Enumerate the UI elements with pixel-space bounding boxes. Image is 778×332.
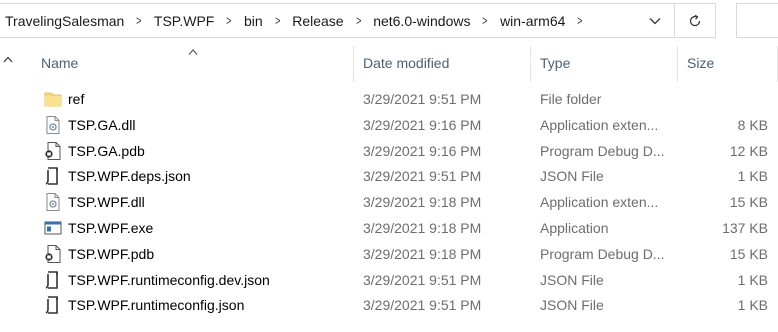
folder-icon	[44, 89, 62, 109]
breadcrumb-label: win-arm64	[500, 12, 566, 29]
file-row[interactable]: TSP.GA.dll 3/29/2021 9:16 PM Application…	[0, 112, 778, 138]
exe-file-icon	[44, 218, 62, 238]
column-header-type[interactable]: Type	[540, 44, 570, 82]
file-name: TSP.WPF.runtimeconfig.dev.json	[68, 271, 270, 288]
file-size: 15 KB	[729, 194, 768, 211]
sort-ascending-icon	[188, 44, 198, 58]
file-type: File folder	[540, 91, 602, 107]
file-row[interactable]: TSP.WPF.exe 3/29/2021 9:18 PM Applicatio…	[0, 215, 778, 241]
file-name: ref	[68, 91, 85, 107]
breadcrumb-label: net6.0-windows	[373, 12, 471, 29]
file-name: TSP.WPF.dll	[68, 194, 145, 211]
column-divider[interactable]	[677, 46, 678, 82]
file-date-modified: 3/29/2021 9:51 PM	[363, 271, 482, 288]
file-type: JSON File	[540, 271, 604, 288]
file-date-modified: 3/29/2021 9:51 PM	[363, 91, 482, 107]
file-date-modified: 3/29/2021 9:18 PM	[363, 219, 482, 236]
file-type: Application exten...	[540, 116, 659, 133]
file-size: 137 KB	[722, 219, 768, 236]
column-header-size[interactable]: Size	[687, 44, 714, 82]
file-name: TSP.WPF.exe	[68, 219, 154, 236]
file-date-modified: 3/29/2021 9:18 PM	[363, 194, 482, 211]
file-date-modified: 3/29/2021 9:51 PM	[363, 168, 482, 185]
file-type: Program Debug D...	[540, 245, 665, 262]
file-size: 15 KB	[729, 245, 768, 262]
chevron-right-icon[interactable]: >	[221, 13, 238, 28]
search-input[interactable]	[736, 3, 778, 38]
breadcrumb-item-tsp-wpf[interactable]: TSP.WPF >	[151, 4, 241, 37]
pdb-file-icon	[44, 244, 62, 264]
file-name: TSP.WPF.deps.json	[68, 168, 191, 185]
file-size: 1 KB	[737, 168, 768, 185]
file-list: ref 3/29/2021 9:51 PM File folder TSP.GA…	[0, 86, 778, 318]
file-type: Program Debug D...	[540, 142, 665, 159]
chevron-down-icon	[649, 17, 661, 24]
file-type: JSON File	[540, 297, 604, 314]
file-size: 12 KB	[729, 142, 768, 159]
file-row[interactable]: TSP.WPF.runtimeconfig.dev.json 3/29/2021…	[0, 267, 778, 293]
file-date-modified: 3/29/2021 9:18 PM	[363, 245, 482, 262]
dll-file-icon	[44, 115, 62, 135]
address-history-dropdown[interactable]	[635, 4, 675, 37]
file-row[interactable]: TSP.GA.pdb 3/29/2021 9:16 PM Program Deb…	[0, 138, 778, 164]
file-name: TSP.GA.pdb	[68, 142, 145, 159]
json-file-icon	[44, 166, 62, 186]
chevron-right-icon[interactable]: >	[269, 13, 286, 28]
address-bar[interactable]: TravelingSalesman > TSP.WPF > bin > Rele…	[0, 3, 716, 38]
file-row[interactable]: TSP.WPF.dll 3/29/2021 9:18 PM Applicatio…	[0, 189, 778, 215]
breadcrumb-item-net6-windows[interactable]: net6.0-windows >	[370, 4, 497, 37]
column-header-date-modified[interactable]: Date modified	[363, 44, 449, 82]
breadcrumb-item-release[interactable]: Release >	[289, 4, 370, 37]
file-row[interactable]: TSP.WPF.pdb 3/29/2021 9:18 PM Program De…	[0, 241, 778, 267]
breadcrumb-item-win-arm64[interactable]: win-arm64 >	[497, 4, 592, 37]
column-header-row: Name Date modified Type Size	[0, 44, 778, 82]
file-type: Application	[540, 219, 609, 236]
file-date-modified: 3/29/2021 9:51 PM	[363, 297, 482, 314]
breadcrumb-label: Release	[292, 12, 344, 29]
column-header-name[interactable]: Name	[41, 44, 78, 82]
breadcrumb-item-travelingsalesman[interactable]: TravelingSalesman >	[0, 4, 151, 37]
json-file-icon	[44, 295, 62, 315]
breadcrumb-label: TravelingSalesman	[5, 12, 125, 29]
file-row[interactable]: TSP.WPF.deps.json 3/29/2021 9:51 PM JSON…	[0, 163, 778, 189]
chevron-right-icon[interactable]: >	[350, 13, 367, 28]
chevron-right-icon[interactable]: >	[131, 13, 148, 28]
file-row[interactable]: ref 3/29/2021 9:51 PM File folder	[0, 86, 778, 112]
breadcrumb-item-bin[interactable]: bin >	[241, 4, 289, 37]
chevron-right-icon[interactable]: >	[572, 13, 589, 28]
column-divider[interactable]	[353, 46, 354, 82]
file-name: TSP.WPF.runtimeconfig.json	[68, 297, 245, 314]
file-size: 8 KB	[737, 116, 768, 133]
file-name: TSP.GA.dll	[68, 116, 136, 133]
breadcrumb-label: TSP.WPF	[153, 12, 215, 29]
dll-file-icon	[44, 192, 62, 212]
file-name: TSP.WPF.pdb	[68, 245, 155, 262]
refresh-button[interactable]	[674, 4, 715, 37]
file-row[interactable]: TSP.WPF.runtimeconfig.json 3/29/2021 9:5…	[0, 292, 778, 318]
breadcrumb-label: bin	[243, 12, 263, 29]
json-file-icon	[44, 270, 62, 290]
file-date-modified: 3/29/2021 9:16 PM	[363, 142, 482, 159]
file-type: Application exten...	[540, 194, 659, 211]
refresh-icon	[689, 14, 701, 26]
pdb-file-icon	[44, 141, 62, 161]
file-size: 1 KB	[737, 297, 768, 314]
file-type: JSON File	[540, 168, 604, 185]
column-divider[interactable]	[530, 46, 531, 82]
file-size: 1 KB	[737, 271, 768, 288]
chevron-right-icon[interactable]: >	[477, 13, 494, 28]
file-date-modified: 3/29/2021 9:16 PM	[363, 116, 482, 133]
